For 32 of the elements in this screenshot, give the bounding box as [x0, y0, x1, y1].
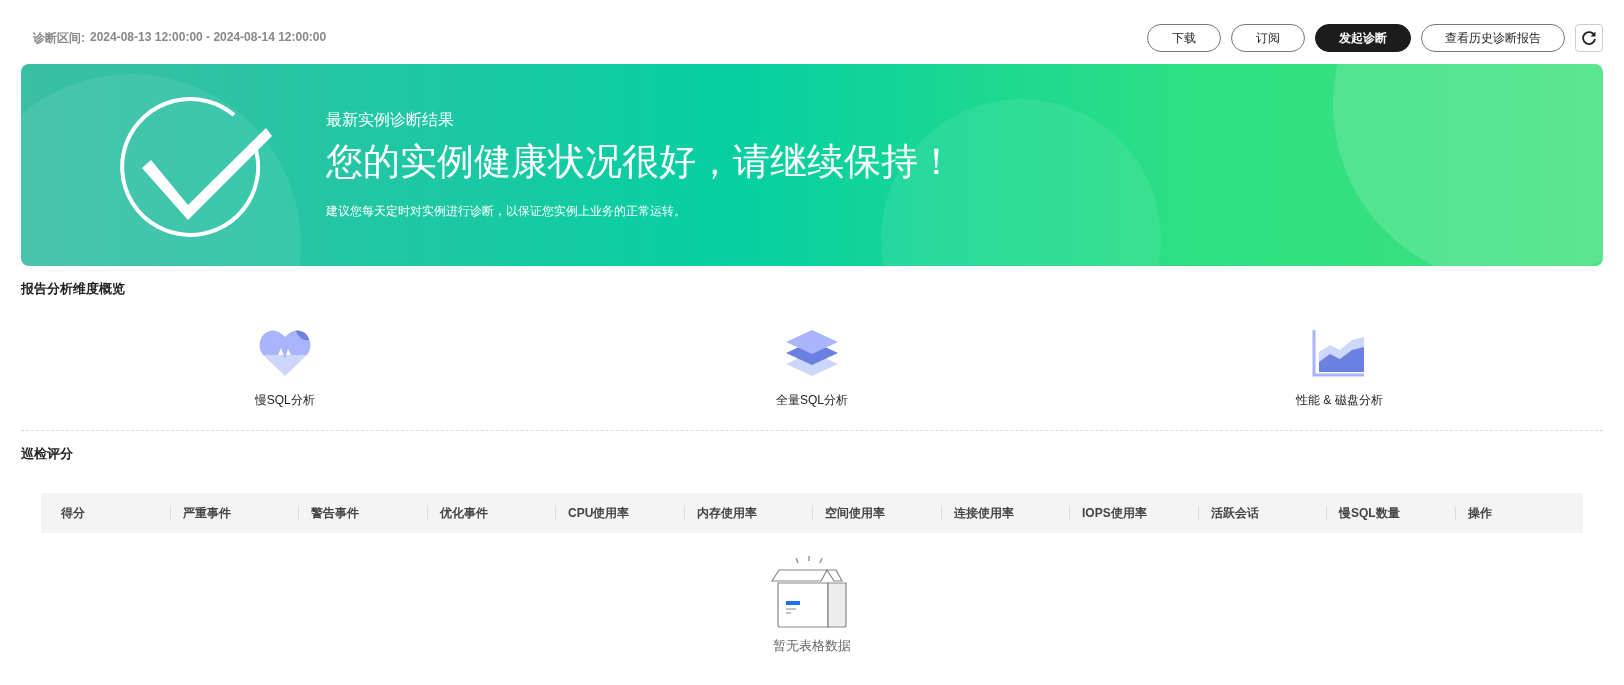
- dimension-label[interactable]: 全量SQL分析: [776, 392, 848, 409]
- column-header: IOPS使用率: [1082, 506, 1147, 520]
- range-value: 2024-08-13 12:00:00 - 2024-08-14 12:00:00: [90, 29, 327, 46]
- empty-text: 暂无表格数据: [773, 637, 851, 655]
- dimension-label[interactable]: 性能 & 磁盘分析: [1296, 392, 1383, 409]
- refresh-icon: [1580, 29, 1598, 47]
- column-header: 慢SQL数量: [1339, 506, 1400, 520]
- column-header: 警告事件: [311, 506, 359, 520]
- toolbar-button[interactable]: 下载: [1147, 24, 1221, 52]
- area-chart-icon[interactable]: [1312, 328, 1367, 378]
- banner-note: 建议您每天定时对实例进行诊断，以保证您实例上业务的正常运转。: [326, 203, 687, 220]
- column-header: 连接使用率: [953, 506, 1014, 520]
- toolbar-button[interactable]: 订阅: [1231, 24, 1305, 52]
- column-header: 活跃会话: [1210, 506, 1259, 520]
- section-title: 巡检评分: [21, 445, 74, 463]
- refresh-button[interactable]: [1575, 24, 1603, 52]
- column-header: 优化事件: [439, 506, 488, 520]
- section-title: 报告分析维度概览: [21, 280, 126, 298]
- toolbar-button[interactable]: 查看历史诊断报告: [1421, 24, 1565, 52]
- column-header: CPU使用率: [568, 506, 630, 520]
- column-header: 操作: [1467, 506, 1492, 520]
- column-header: 内存使用率: [696, 506, 757, 520]
- layers-icon[interactable]: [784, 328, 840, 378]
- dimension-label[interactable]: 慢SQL分析: [254, 392, 315, 409]
- column-header: 空间使用率: [825, 506, 885, 520]
- banner-subtitle: 最新实例诊断结果: [326, 110, 455, 130]
- column-header: 得分: [61, 506, 85, 520]
- range-label: 诊断区间:: [33, 29, 85, 47]
- banner-title: 您的实例健康状况很好，请继续保持！: [326, 140, 955, 184]
- toolbar-button[interactable]: 发起诊断: [1315, 24, 1411, 52]
- column-header: 严重事件: [182, 506, 231, 520]
- heart-pulse-icon[interactable]: [257, 328, 312, 378]
